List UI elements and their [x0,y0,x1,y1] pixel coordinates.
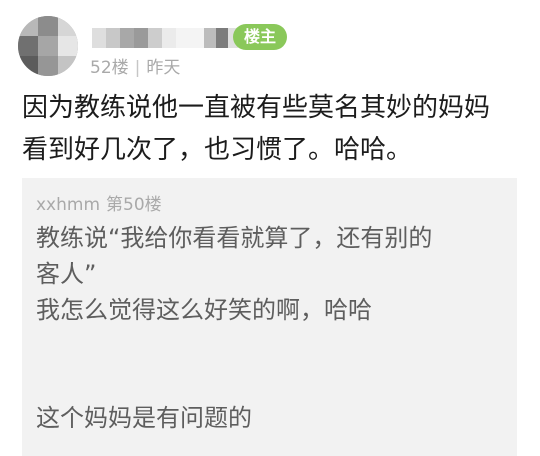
op-badge: 楼主 [233,24,287,50]
username-pixelated[interactable] [92,25,238,51]
floor-number: 52楼 [90,58,129,78]
quote-line: 这个妈妈是有问题的 [36,404,252,432]
post-content: 因为教练说他一直被有些莫名其妙的妈妈 看到好几次了，也习惯了。哈哈。 [22,87,522,171]
post-meta: 52楼 | 昨天 [90,57,180,79]
quote-header: xxhmm 第50楼 [36,190,162,215]
post-time: 昨天 [146,58,181,78]
content-line: 看到好几次了，也习惯了。哈哈。 [22,135,413,165]
avatar[interactable] [18,16,78,76]
quote-line: 客人” [36,260,97,288]
content-line: 因为教练说他一直被有些莫名其妙的妈妈 [22,93,491,123]
quoted-reply[interactable]: xxhmm 第50楼 教练说“我给你看看就算了，还有别的 客人” 我怎么觉得这么好… [22,178,517,456]
meta-separator: | [134,58,141,78]
reply-post: 楼主 52楼 | 昨天 因为教练说他一直被有些莫名其妙的妈妈 看到好几次了，也习惯了… [0,0,540,456]
quote-floor: 第50楼 [106,195,162,215]
quote-body: 教练说“我给你看看就算了，还有别的 客人” 我怎么觉得这么好笑的啊，哈哈 这个妈… [36,220,432,436]
quote-line: 教练说“我给你看看就算了，还有别的 [36,224,433,252]
quote-blank-space [36,328,432,400]
quote-line: 我怎么觉得这么好笑的啊，哈哈 [36,296,372,324]
quote-username[interactable]: xxhmm [36,195,100,215]
